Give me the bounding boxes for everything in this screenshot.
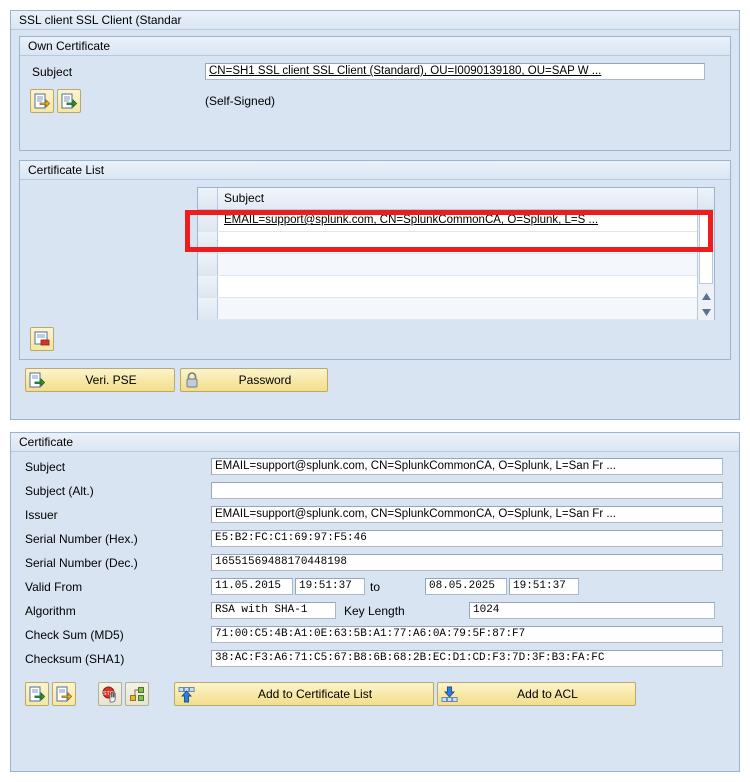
window-body: Own Certificate Subject CN=SH1 SSL clien…	[11, 30, 739, 419]
certificate-list-rows: EMAIL=support@splunk.com, CN=SplunkCommo…	[198, 210, 714, 320]
certificate-algorithm-label: Algorithm	[25, 603, 76, 618]
cell-subject[interactable]: EMAIL=support@splunk.com, CN=SplunkCommo…	[218, 210, 697, 231]
export-certificate-icon[interactable]	[52, 682, 76, 706]
revoke-certificate-icon[interactable]: STO	[98, 682, 122, 706]
key-length-value[interactable]: 1024	[469, 602, 715, 619]
certificate-serial-dec-value[interactable]: 16551569488170448198	[211, 554, 723, 571]
certificate-issuer-row: Issuer EMAIL=support@splunk.com, CN=Splu…	[11, 506, 737, 523]
certificate-list-header: Subject	[198, 188, 714, 210]
scroll-down-icon[interactable]	[699, 304, 713, 320]
sap-trust-manager-screen: SSL client SSL Client (Standar Own Certi…	[0, 0, 750, 782]
certificate-subject-value[interactable]: EMAIL=support@splunk.com, CN=SplunkCommo…	[211, 458, 723, 475]
veri-pse-label: Veri. PSE	[85, 373, 137, 387]
import-certificate-icon[interactable]	[30, 89, 54, 113]
certificate-serial-hex-value[interactable]: E5:B2:FC:C1:69:97:F5:46	[211, 530, 723, 547]
certificate-list-table[interactable]: Subject EMAIL=support@splunk.com, CN=Spl…	[197, 187, 715, 320]
own-certificate-title: Own Certificate	[20, 37, 730, 56]
certificate-list-title: Certificate List	[20, 161, 730, 180]
certificate-serial-dec-label: Serial Number (Dec.)	[25, 555, 138, 570]
table-row[interactable]: EMAIL=support@splunk.com, CN=SplunkCommo…	[198, 210, 697, 232]
password-button[interactable]: Password	[180, 368, 328, 392]
cell-subject[interactable]	[218, 232, 697, 253]
key-length-label: Key Length	[344, 603, 405, 618]
certificate-chain-icon[interactable]	[125, 682, 149, 706]
valid-from-time[interactable]: 19:51:37	[295, 578, 365, 595]
certificate-issuer-label: Issuer	[25, 507, 58, 522]
certificate-algorithm-value[interactable]: RSA with SHA-1	[211, 602, 336, 619]
certificate-list-group: Certificate List Subject EMAIL=support@s…	[19, 160, 731, 360]
veri-pse-button[interactable]: Veri. PSE	[25, 368, 175, 392]
certificate-subject-alt-value[interactable]	[211, 482, 723, 499]
self-signed-text: (Self-Signed)	[205, 94, 276, 108]
header-scroll-corner	[697, 188, 714, 209]
add-to-certificate-list-button[interactable]: Add to Certificate List	[174, 682, 434, 706]
certificate-serial-dec-row: Serial Number (Dec.) 1655156948817044819…	[11, 554, 737, 571]
row-selector[interactable]	[198, 298, 218, 319]
valid-to-time[interactable]: 19:51:37	[509, 578, 579, 595]
table-row[interactable]	[198, 276, 697, 298]
column-header-subject[interactable]: Subject	[218, 188, 697, 209]
window-title: SSL client SSL Client (Standar	[11, 11, 739, 30]
certificate-sha1-value[interactable]: 38:AC:F3:A6:71:C5:67:B8:6B:68:2B:EC:D1:C…	[211, 650, 723, 667]
export-certificate-icon[interactable]	[57, 89, 81, 113]
own-certificate-subject-row: Subject CN=SH1 SSL client SSL Client (St…	[20, 63, 730, 80]
certificate-valid-from-row: Valid From 11.05.2015 19:51:37 to 08.05.…	[11, 578, 737, 595]
select-all-cell[interactable]	[198, 188, 218, 209]
password-label: Password	[238, 373, 292, 387]
row-selector[interactable]	[198, 276, 218, 297]
certificate-subject-alt-label: Subject (Alt.)	[25, 483, 94, 498]
own-certificate-subject-value[interactable]: CN=SH1 SSL client SSL Client (Standard),…	[205, 63, 705, 80]
bottom-toolbar: STO Add to Certificate List Add to ACL	[25, 682, 636, 706]
certificate-md5-row: Check Sum (MD5) 71:00:C5:4B:A1:0E:63:5B:…	[11, 626, 737, 643]
table-row[interactable]	[198, 254, 697, 276]
certificate-algorithm-row: Algorithm RSA with SHA-1 Key Length 1024	[11, 602, 737, 619]
certificate-sha1-row: Checksum (SHA1) 38:AC:F3:A6:71:C5:67:B8:…	[11, 650, 737, 667]
certificate-sha1-label: Checksum (SHA1)	[25, 651, 125, 666]
import-certificate-icon[interactable]	[25, 682, 49, 706]
certificate-serial-hex-row: Serial Number (Hex.) E5:B2:FC:C1:69:97:F…	[11, 530, 737, 547]
scroll-up-icon[interactable]	[699, 288, 713, 304]
add-to-certificate-list-label: Add to Certificate List	[257, 687, 373, 701]
pse-toolbar: Veri. PSE Password	[25, 368, 328, 392]
row-selector[interactable]	[198, 210, 218, 231]
add-to-acl-button[interactable]: Add to ACL	[437, 682, 636, 706]
table-row[interactable]	[198, 232, 697, 254]
certificate-panel-body: Subject EMAIL=support@splunk.com, CN=Spl…	[11, 452, 739, 771]
table-row[interactable]	[198, 298, 697, 320]
valid-from-date[interactable]: 11.05.2015	[211, 578, 293, 595]
lock-icon	[181, 369, 203, 391]
certificate-panel: Certificate Subject EMAIL=support@splunk…	[10, 432, 740, 772]
valid-to-date[interactable]: 08.05.2025	[425, 578, 507, 595]
row-selector[interactable]	[198, 232, 218, 253]
own-certificate-actions-row: (Self-Signed)	[20, 89, 730, 113]
add-to-acl-label: Add to ACL	[517, 687, 578, 701]
certificate-list-scrollbar[interactable]	[697, 210, 714, 320]
certificate-issuer-value[interactable]: EMAIL=support@splunk.com, CN=SplunkCommo…	[211, 506, 723, 523]
add-down-arrow-icon	[438, 683, 460, 705]
certificate-subject-row: Subject EMAIL=support@splunk.com, CN=Spl…	[11, 458, 737, 475]
certificate-valid-from-label: Valid From	[25, 579, 83, 594]
add-up-arrow-icon	[175, 683, 197, 705]
own-certificate-group: Own Certificate Subject CN=SH1 SSL clien…	[19, 36, 731, 151]
certificate-md5-label: Check Sum (MD5)	[25, 627, 124, 642]
row-selector[interactable]	[198, 254, 218, 275]
certificate-serial-hex-label: Serial Number (Hex.)	[25, 531, 138, 546]
cell-subject[interactable]	[218, 254, 697, 275]
cell-subject[interactable]	[218, 276, 697, 297]
certificate-panel-title: Certificate	[11, 433, 739, 452]
own-certificate-subject-label: Subject	[32, 64, 73, 79]
window-panel: SSL client SSL Client (Standar Own Certi…	[10, 10, 740, 420]
certificate-md5-value[interactable]: 71:00:C5:4B:A1:0E:63:5B:A1:77:A6:0A:79:5…	[211, 626, 723, 643]
scrollbar-thumb[interactable]	[699, 210, 713, 284]
certificate-subject-alt-row: Subject (Alt.)	[11, 482, 737, 499]
valid-to-label: to	[370, 579, 381, 594]
verify-pse-icon	[26, 369, 48, 391]
cell-subject[interactable]	[218, 298, 697, 319]
delete-entry-icon[interactable]	[30, 327, 54, 351]
certificate-subject-label: Subject	[25, 459, 66, 474]
